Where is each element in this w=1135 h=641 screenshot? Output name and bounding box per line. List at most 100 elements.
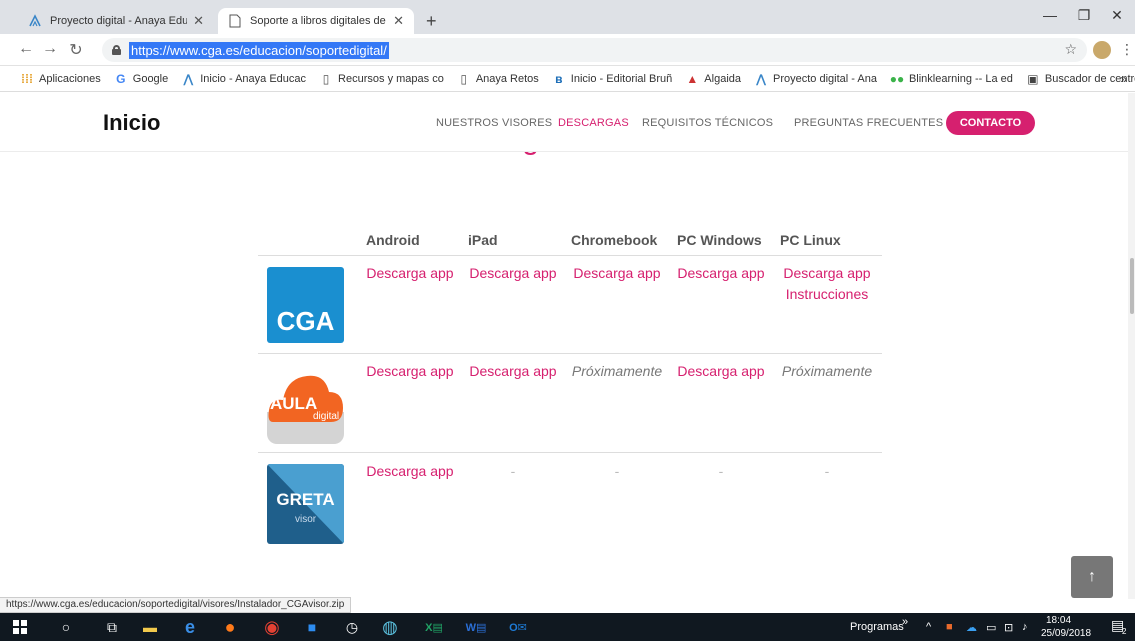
bookmark-item[interactable]: ▯ Recursos y mapas co	[319, 72, 444, 86]
bookmark-item[interactable]: ▲ Algaida	[685, 72, 741, 86]
back-icon[interactable]: ←	[16, 40, 36, 58]
app-icon[interactable]: ■	[302, 617, 322, 637]
bookmark-item[interactable]: G Google	[114, 72, 168, 86]
greta-logo-sub: visor	[295, 514, 317, 525]
lock-icon	[112, 45, 121, 55]
close-window-icon[interactable]: ✕	[1102, 7, 1132, 24]
bookmark-label: Anaya Retos	[475, 72, 539, 85]
bookmark-label: Inicio - Editorial Bruñ	[570, 72, 673, 85]
nav-requisitos-tecnicos[interactable]: REQUISITOS TÉCNICOS	[642, 117, 773, 129]
back-to-top-button[interactable]: ↑	[1071, 556, 1113, 598]
chrome-icon[interactable]: ◉	[262, 617, 282, 637]
reload-icon[interactable]: ↻	[66, 40, 86, 60]
volume-icon[interactable]: ♪	[1022, 621, 1028, 633]
nav-descargas[interactable]: DESCARGAS	[558, 117, 629, 129]
bookmark-item[interactable]: ⋀ Inicio - Anaya Educac	[181, 72, 306, 86]
school-icon: ▣	[1027, 71, 1039, 86]
clock-date[interactable]: 25/09/2018	[1041, 628, 1091, 639]
file-explorer-icon[interactable]: ▬	[140, 617, 160, 637]
header-divider	[0, 151, 1128, 152]
restore-icon[interactable]: ❐	[1069, 7, 1099, 24]
anaya-icon	[28, 14, 42, 28]
globe-app-icon[interactable]: ◍	[380, 617, 400, 637]
nav-nuestros-visores[interactable]: NUESTROS VISORES	[436, 117, 552, 129]
column-header-android: Android	[366, 232, 420, 248]
menu-icon[interactable]: ⋮	[1120, 41, 1134, 58]
download-app-link[interactable]: Descarga app	[661, 361, 781, 382]
download-app-link[interactable]: Descarga app	[453, 263, 573, 284]
blink-icon: ●●	[889, 71, 905, 86]
anaya-icon: ⋀	[755, 71, 767, 86]
more-bookmarks-button[interactable]: »	[1120, 72, 1127, 86]
apps-grid-icon: ⁞⁞⁞	[21, 71, 33, 86]
tray-app-icon[interactable]: ■	[946, 621, 953, 633]
contact-button[interactable]: CONTACTO	[946, 111, 1035, 135]
bookmark-item[interactable]: ▣Buscador de centros	[1026, 72, 1135, 86]
scrollbar[interactable]	[1128, 93, 1135, 599]
download-app-link[interactable]: Descarga app	[350, 263, 470, 284]
aula-digital-logo: AULA digital	[267, 364, 344, 444]
clock-app-icon[interactable]: ◷	[342, 617, 362, 637]
bookmark-item[interactable]: ⁞⁞⁞ Aplicaciones	[20, 72, 101, 86]
show-hidden-icons-icon[interactable]: ^	[926, 621, 931, 633]
onedrive-icon[interactable]: ☁	[966, 621, 977, 634]
download-app-link[interactable]: Descarga app	[453, 361, 573, 382]
url-text[interactable]: https://www.cga.es/educacion/soportedigi…	[129, 41, 389, 59]
availability-text: -	[718, 463, 724, 479]
outlook-icon[interactable]: O✉	[508, 617, 528, 637]
toolbar-expand-icon[interactable]: »	[902, 616, 908, 628]
windows-taskbar: ○ ⧉ ▬ e ● ◉ ■ ◷ ◍ X▤ W▤ O✉ Programas » ^…	[0, 613, 1135, 641]
clock-time[interactable]: 18:04	[1046, 615, 1071, 626]
bookmark-item[interactable]: ▯ Anaya Retos	[457, 72, 539, 86]
tab-proyecto-digital[interactable]: Proyecto digital - Anaya Educació ✕	[18, 8, 214, 34]
download-app-link[interactable]: Descarga app	[350, 361, 470, 382]
internet-explorer-icon[interactable]: e	[180, 617, 200, 637]
site-brand[interactable]: Inicio	[103, 110, 160, 136]
battery-icon[interactable]: ▭	[986, 621, 996, 634]
scrollbar-thumb[interactable]	[1130, 258, 1134, 314]
download-app-link[interactable]: Descarga app	[661, 263, 781, 284]
algaida-icon: ▲	[686, 71, 699, 86]
excel-icon[interactable]: X▤	[424, 617, 444, 637]
table-divider	[258, 452, 882, 453]
nav-preguntas-frecuentes[interactable]: PREGUNTAS FRECUENTES	[794, 117, 943, 129]
page-icon	[228, 14, 242, 28]
cga-logo: CGA	[267, 267, 344, 343]
cga-logo-text: CGA	[276, 306, 335, 336]
availability-text: -	[510, 463, 516, 479]
taskbar-programs-label[interactable]: Programas	[850, 621, 904, 633]
tab-soporte[interactable]: Soporte a libros digitales de Grup ✕	[218, 8, 414, 34]
bruno-icon: ʙ	[555, 71, 563, 86]
star-icon[interactable]: ☆	[1064, 41, 1077, 58]
bookmark-label: Proyecto digital - Ana	[773, 72, 877, 85]
bookmark-item[interactable]: ⋀ Proyecto digital - Ana	[754, 72, 877, 86]
windows-start-icon[interactable]	[10, 617, 30, 637]
download-app-link[interactable]: Descarga app	[350, 461, 470, 482]
aula-logo-sub: digital	[313, 411, 340, 422]
address-bar[interactable]: https://www.cga.es/educacion/soportedigi…	[102, 38, 1087, 62]
column-header-ipad: iPad	[468, 232, 498, 248]
browser-toolbar: ← → ↻ https://www.cga.es/educacion/sopor…	[0, 34, 1135, 66]
firefox-icon[interactable]: ●	[220, 617, 240, 637]
extension-icon[interactable]	[1093, 41, 1111, 59]
bookmark-label: Inicio - Anaya Educac	[200, 72, 307, 85]
forward-icon[interactable]: →	[40, 40, 60, 58]
column-header-pc-windows: PC Windows	[677, 232, 762, 248]
column-header-pc-linux: PC Linux	[780, 232, 841, 248]
minimize-icon[interactable]: —	[1035, 7, 1065, 23]
aula-logo-text: AULA	[270, 394, 318, 413]
instructions-link[interactable]: Instrucciones	[767, 284, 887, 305]
download-app-link[interactable]: Descarga app	[767, 263, 887, 284]
close-tab-icon[interactable]: ✕	[393, 13, 404, 29]
search-icon[interactable]: ○	[56, 617, 76, 637]
new-tab-button[interactable]: +	[426, 12, 437, 30]
network-icon[interactable]: ⊡	[1004, 621, 1013, 634]
greta-visor-logo: GRETA visor	[267, 464, 344, 544]
task-view-icon[interactable]: ⧉	[102, 617, 122, 637]
word-icon[interactable]: W▤	[466, 617, 487, 637]
tab-strip: Proyecto digital - Anaya Educació ✕ Sopo…	[0, 0, 1135, 34]
bookmark-item[interactable]: ●● Blinklearning -- La ed	[890, 72, 1013, 86]
bookmark-item[interactable]: ʙ Inicio - Editorial Bruñ	[552, 71, 673, 86]
download-app-link[interactable]: Descarga app	[557, 263, 677, 284]
close-tab-icon[interactable]: ✕	[193, 13, 204, 29]
